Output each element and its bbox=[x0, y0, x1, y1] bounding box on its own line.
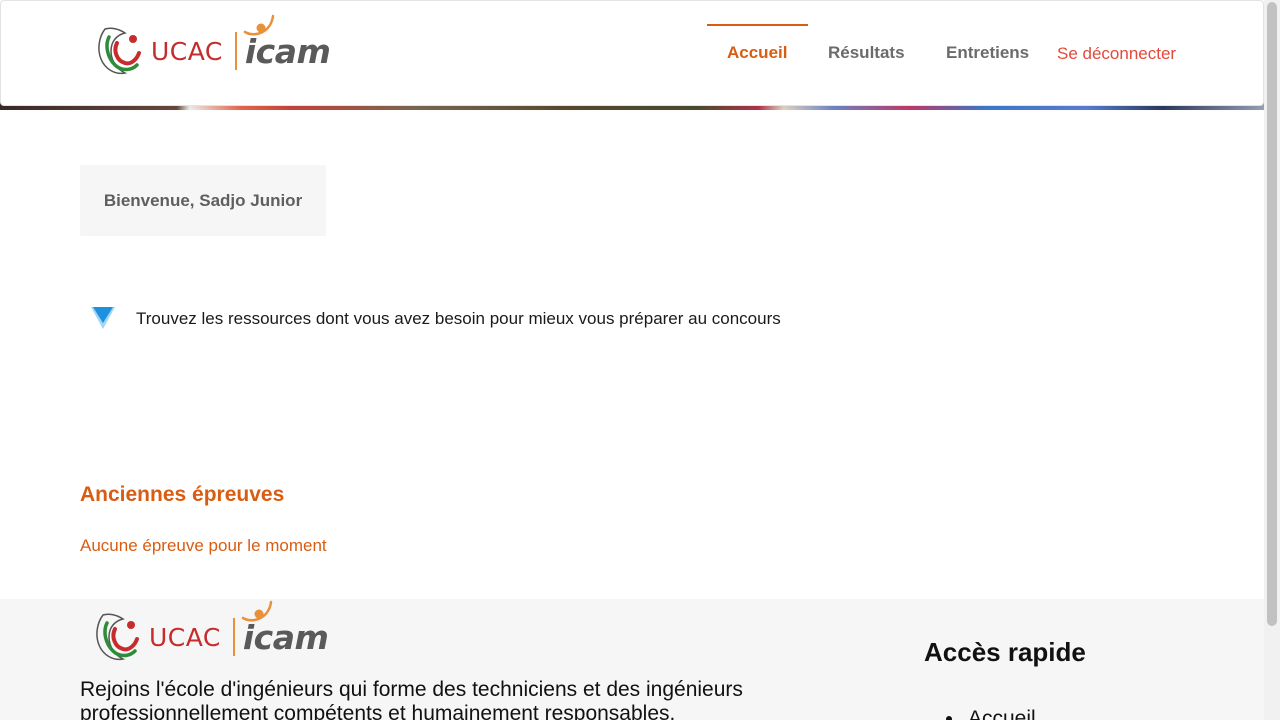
logout-link[interactable]: Se déconnecter bbox=[1057, 44, 1176, 64]
nav-item-entretiens[interactable]: Entretiens bbox=[946, 43, 1029, 63]
icam-logo: icam bbox=[243, 14, 331, 71]
triangle-down-icon bbox=[91, 307, 115, 329]
nav-item-accueil[interactable]: Accueil bbox=[727, 43, 787, 63]
quick-link-accueil[interactable]: Accueil bbox=[946, 707, 1036, 720]
quick-access-title: Accès rapide bbox=[924, 637, 1086, 667]
site-footer: UCAC icam Rejoins l'école d'ingénieurs q… bbox=[0, 599, 1264, 720]
ucac-emblem-icon bbox=[98, 27, 141, 75]
site-header: UCAC icam Accueil Résultats Entretiens S… bbox=[0, 0, 1264, 106]
bullet-icon bbox=[946, 716, 952, 720]
quick-link-label: Accueil bbox=[968, 707, 1036, 720]
ucac-emblem-icon bbox=[96, 613, 139, 661]
resources-text: Trouvez les ressources dont vous avez be… bbox=[136, 309, 781, 328]
nav-item-resultats[interactable]: Résultats bbox=[828, 43, 905, 63]
icam-swoosh-icon bbox=[243, 14, 275, 36]
welcome-text: Bienvenue, Sadjo Junior bbox=[103, 190, 303, 210]
scrollbar-thumb[interactable] bbox=[1267, 2, 1277, 626]
resources-toggle[interactable]: Trouvez les ressources dont vous avez be… bbox=[90, 305, 781, 333]
ucac-logo-text: UCAC bbox=[151, 36, 223, 66]
logo-separator bbox=[232, 618, 235, 656]
footer-logo[interactable]: UCAC icam bbox=[93, 600, 329, 665]
welcome-card: Bienvenue, Sadjo Junior bbox=[80, 165, 326, 236]
icam-logo: icam bbox=[241, 600, 329, 657]
site-logo[interactable]: UCAC icam bbox=[95, 14, 331, 79]
nav-active-indicator bbox=[707, 24, 808, 26]
past-exams-title: Anciennes épreuves bbox=[80, 483, 285, 506]
page-scrollbar[interactable] bbox=[1264, 0, 1280, 720]
logo-separator bbox=[234, 32, 237, 70]
ucac-logo-text: UCAC bbox=[149, 622, 221, 652]
past-exams-empty-message: Aucune épreuve pour le moment bbox=[80, 536, 327, 555]
quick-links-list: Accueil bbox=[946, 707, 1036, 720]
icam-swoosh-icon bbox=[241, 600, 273, 622]
footer-description: Rejoins l'école d'ingénieurs qui forme d… bbox=[80, 678, 743, 720]
